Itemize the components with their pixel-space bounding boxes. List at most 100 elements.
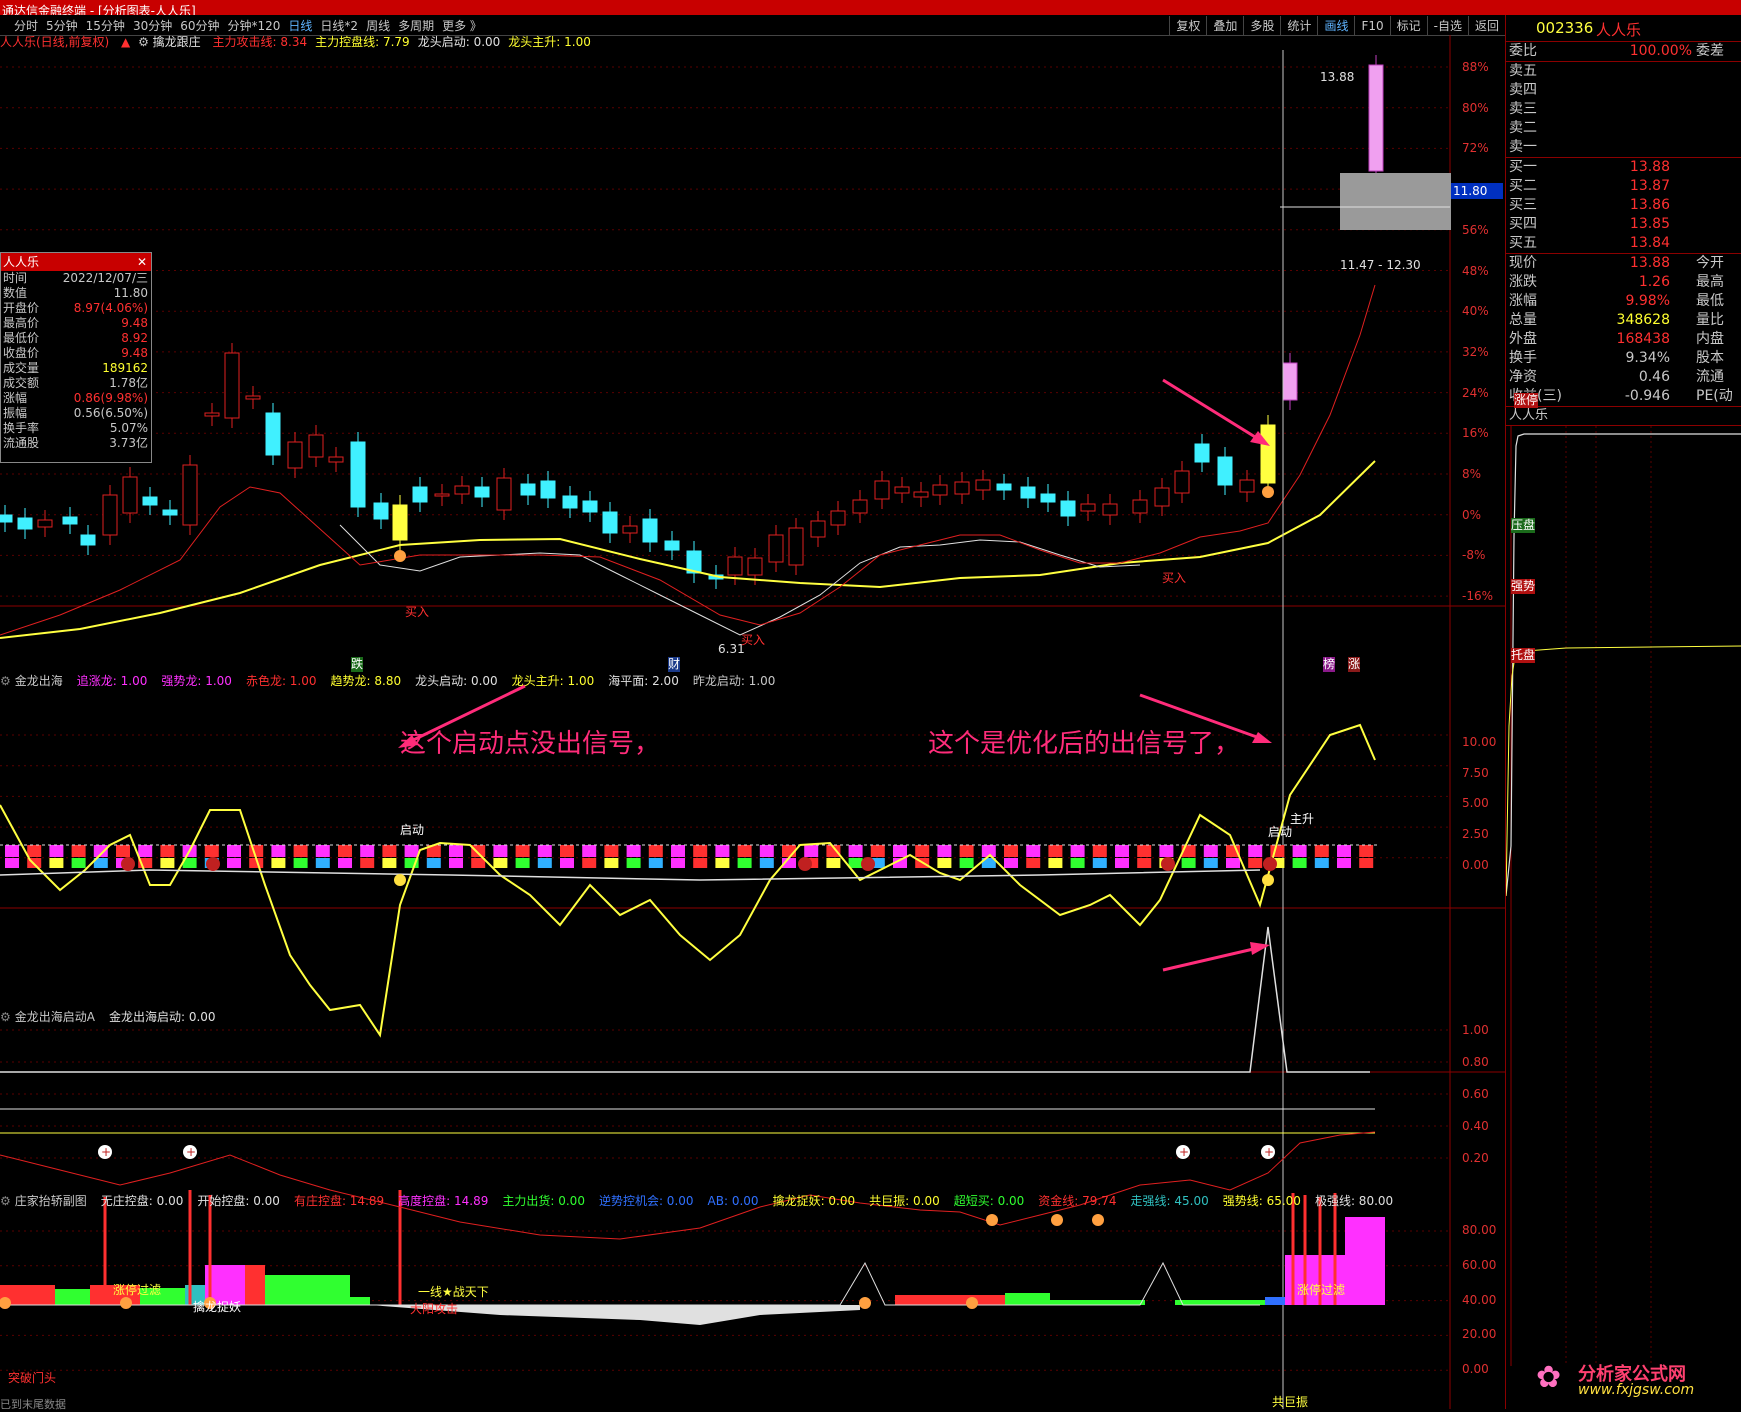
- annotation-right: 这个是优化后的出信号了，: [928, 729, 1241, 759]
- candle-body: [17, 517, 33, 530]
- signal-block: [1314, 845, 1329, 857]
- quote-value: 348628: [1616, 312, 1670, 328]
- main-rise-label: 主升: [1290, 812, 1315, 826]
- signal-block: [1004, 858, 1018, 868]
- signal-block: [5, 858, 19, 868]
- period-tab[interactable]: 5分钟: [42, 16, 82, 36]
- annotation-left: 这个启动点没出信号，: [400, 729, 661, 759]
- signal-block: [160, 858, 175, 868]
- info-key: 最高价: [3, 316, 40, 330]
- y-axis-tick: 0.40: [1462, 1119, 1489, 1133]
- info-key: 开盘价: [3, 301, 40, 315]
- period-tab[interactable]: 分钟*120: [224, 16, 285, 36]
- high-label: 13.88: [1320, 70, 1355, 84]
- quote-row: 买二 13.87: [1506, 177, 1741, 196]
- signal-block: [848, 858, 863, 868]
- signal-block: [71, 845, 86, 857]
- quote-extra: 最高: [1696, 274, 1724, 290]
- signal-block: [604, 858, 619, 868]
- info-key: 成交量: [3, 361, 40, 375]
- info-key: 换手率: [3, 421, 40, 435]
- die-marker: 跌: [351, 657, 364, 672]
- period-tab[interactable]: 15分钟: [82, 16, 129, 36]
- signal-block: [715, 845, 730, 857]
- period-tab[interactable]: 60分钟: [176, 16, 223, 36]
- watermark: ✿ 分析家公式网 www.fxjgsw.com: [1536, 1360, 1736, 1402]
- candle-body: [664, 540, 680, 551]
- candle-body: [1132, 499, 1148, 514]
- settings-icon[interactable]: ⚙: [0, 1010, 11, 1024]
- signal-block: [582, 845, 597, 857]
- panel-header-item: 超短买: 0.00: [953, 1194, 1025, 1208]
- support-tag: 托盘: [1511, 648, 1536, 663]
- svg-text:+: +: [101, 1145, 111, 1159]
- close-icon[interactable]: ✕: [137, 253, 147, 271]
- tool-button[interactable]: 复权: [1169, 16, 1206, 36]
- signal-block: [1203, 845, 1218, 857]
- settings-icon[interactable]: ⚙: [0, 674, 11, 688]
- candle-body: [975, 479, 991, 491]
- y-axis-tick: -16%: [1462, 589, 1494, 604]
- signal-block: [648, 845, 663, 857]
- period-tab[interactable]: 分时: [10, 16, 42, 36]
- y-axis-tick: 10.00: [1462, 735, 1497, 749]
- signal-block: [1004, 845, 1018, 857]
- quote-panel: 002336 人人乐 委比 100.00% 委差 卖五 卖四 卖三 卖二 卖一 买一 13…: [1505, 15, 1741, 1409]
- sell-book: 卖五 卖四 卖三 卖二 卖一: [1506, 62, 1741, 158]
- tool-button[interactable]: 画线: [1317, 16, 1354, 36]
- period-tab[interactable]: 日线*2: [316, 16, 362, 36]
- tool-button[interactable]: -自选: [1426, 16, 1468, 36]
- period-tab[interactable]: 30分钟: [129, 16, 176, 36]
- period-tab[interactable]: 周线: [362, 16, 394, 36]
- info-value: 0.86(9.98%): [73, 391, 148, 405]
- signal-badge-icon: [1263, 857, 1277, 871]
- candle-body: [954, 481, 970, 495]
- candle-body: [582, 500, 598, 513]
- signal-block: [1026, 845, 1041, 857]
- mini-chart[interactable]: [1505, 426, 1741, 1366]
- panel-header-item: 开始控盘: 0.00: [197, 1194, 280, 1208]
- quote-extra: 最低: [1696, 293, 1724, 309]
- quote-row: 涨跌 1.26 最高: [1506, 273, 1741, 292]
- info-row: 开盘价 8.97(4.06%): [1, 301, 151, 316]
- quote-key: 外盘: [1509, 331, 1537, 347]
- tool-button[interactable]: 叠加: [1206, 16, 1243, 36]
- quote-value: 1.26: [1638, 274, 1670, 290]
- candle-body: [122, 476, 138, 514]
- quote-row: 换手 9.34% 股本: [1506, 349, 1741, 368]
- period-tab[interactable]: 更多 》: [438, 16, 486, 36]
- candle-body: [373, 502, 389, 520]
- quote-row: 收益(三)-0.946PE(动: [1506, 387, 1741, 406]
- annotation-arrow: [1162, 945, 1263, 972]
- tool-button[interactable]: F10: [1354, 16, 1389, 36]
- control-bar: [55, 1289, 90, 1305]
- panel2-header: ⚙ 金龙出海 追涨龙: 1.00 强势龙: 1.00 赤色龙: 1.00 趋势龙: 8.8…: [0, 674, 789, 689]
- quote-value: 9.98%: [1625, 293, 1670, 309]
- y-axis-tick: 32%: [1462, 344, 1489, 359]
- candle-body: [1040, 493, 1056, 503]
- crosshair-price-tag: 11.80: [1451, 183, 1503, 199]
- svg-text:+: +: [1264, 1145, 1274, 1159]
- tool-button[interactable]: 标记: [1389, 16, 1427, 36]
- signal-block: [848, 845, 863, 857]
- period-tab[interactable]: 日线: [284, 16, 316, 36]
- signal-block: [959, 858, 974, 868]
- period-tab[interactable]: 多周期: [394, 16, 438, 36]
- tool-button[interactable]: 返回: [1467, 16, 1505, 36]
- candle-body: [1194, 443, 1210, 463]
- signal-block: [471, 845, 486, 857]
- tool-button[interactable]: 多股: [1243, 16, 1280, 36]
- signal-block: [693, 858, 708, 868]
- info-row: 收盘价 9.48: [1, 346, 151, 361]
- y-axis-tick: 60.00: [1462, 1257, 1497, 1272]
- tool-button[interactable]: 统计: [1280, 16, 1317, 36]
- settings-icon[interactable]: ⚙: [0, 1194, 11, 1208]
- panel-header-item: 强势龙: 1.00: [161, 674, 232, 688]
- signal-block: [338, 845, 352, 857]
- info-key: 收盘价: [3, 346, 40, 360]
- signal-block: [582, 858, 597, 868]
- y-axis-tick: 0.20: [1462, 1151, 1489, 1165]
- tool-buttons: 复权 叠加 多股 统计 画线 F10 标记 -自选 返回: [1169, 15, 1505, 36]
- control-bar: [350, 1297, 370, 1305]
- money-bag-icon: [1092, 1214, 1104, 1226]
